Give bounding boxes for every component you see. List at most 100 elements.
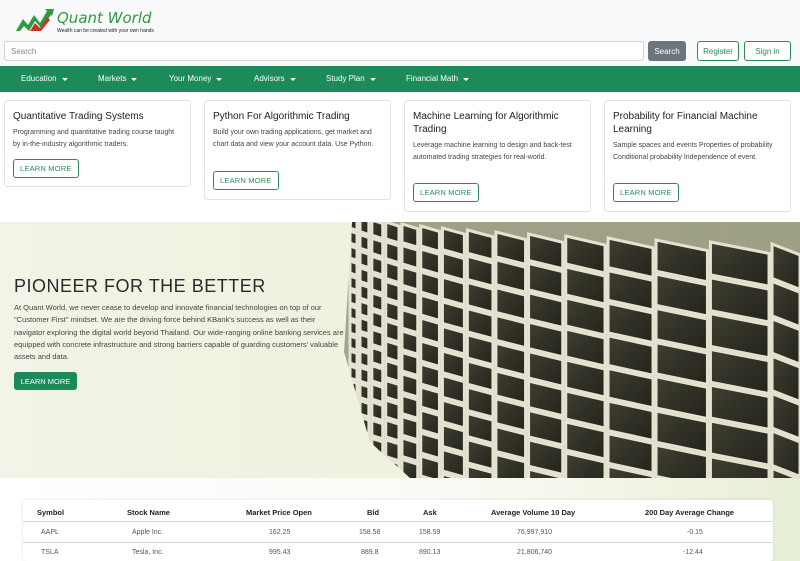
learn-more-button[interactable]: LEARN MORE	[13, 159, 79, 178]
card-text: Sample spaces and events Properties of p…	[613, 142, 773, 161]
nav-label: Study Plan	[326, 74, 365, 83]
facade-window	[358, 348, 371, 370]
facade-window	[384, 398, 401, 424]
facade-window	[400, 393, 420, 421]
card-text: Programming and quantitative trading cou…	[13, 129, 175, 148]
cell-open: 162.25	[269, 529, 291, 536]
nav-label: Your Money	[169, 74, 212, 83]
facade-window	[440, 349, 466, 381]
signin-button[interactable]: Sign in	[744, 41, 791, 61]
facade-window	[370, 236, 385, 260]
facade-window	[400, 243, 420, 271]
facade-window	[400, 264, 420, 292]
facade-window	[370, 381, 385, 405]
facade-window	[358, 365, 371, 387]
facade-window	[384, 299, 401, 325]
logo[interactable]: Quant World Wealth can be created with y…	[16, 9, 154, 34]
facade-window	[358, 381, 371, 403]
facade-window	[384, 318, 401, 344]
cell-bid: 158.58	[359, 529, 381, 536]
facade-window	[465, 254, 495, 289]
facade-window	[370, 222, 385, 241]
card-title: Quantitative Trading Systems	[13, 111, 144, 122]
facade-window	[348, 318, 359, 338]
facade-window	[419, 431, 441, 461]
caret-down-icon	[61, 77, 68, 81]
facade-window	[440, 226, 466, 258]
facade-window	[358, 222, 371, 237]
facade-window	[358, 249, 371, 270]
nav-label: Markets	[98, 74, 127, 83]
site-header: Quant World Wealth can be created with y…	[0, 0, 800, 66]
facade-window	[465, 359, 495, 393]
search-input[interactable]	[4, 41, 644, 61]
facade-window	[440, 324, 466, 357]
facade-window	[370, 363, 385, 387]
facade-window	[384, 279, 401, 305]
column-header: Average Volume 10 Day	[491, 508, 576, 517]
column-header: Ask	[423, 508, 437, 517]
facade-window	[358, 232, 371, 254]
caret-down-icon	[131, 77, 138, 81]
facade-window	[370, 290, 385, 314]
nav-financial-math[interactable]: Financial Math	[406, 66, 470, 92]
facade-window	[358, 298, 371, 320]
facade-window	[465, 437, 495, 472]
card-text: Leverage machine learning to design and …	[413, 142, 572, 161]
cell-bid: 889.8	[361, 549, 379, 556]
facade-window	[440, 373, 466, 406]
facade-window	[419, 362, 441, 392]
cell-symbol: TSLA	[41, 549, 59, 556]
main-nav: Education Markets Your Money Advisors St…	[0, 66, 800, 92]
facade-window	[440, 398, 466, 430]
nav-education[interactable]: Education	[21, 66, 68, 92]
hero-learn-more-button[interactable]: LEARN MORE	[14, 372, 77, 390]
facade-window	[370, 308, 385, 332]
facade-window	[370, 254, 385, 278]
logo-chart-icon	[16, 9, 54, 31]
caret-down-icon	[369, 77, 376, 81]
column-header: 200 Day Average Change	[645, 508, 735, 517]
column-header: Bid	[367, 508, 380, 517]
facade-window	[358, 315, 371, 337]
nav-your-money[interactable]: Your Money	[169, 66, 223, 92]
caret-down-icon	[463, 77, 470, 81]
facade-window	[384, 437, 401, 463]
caret-down-icon	[289, 77, 296, 81]
facade-window	[370, 399, 385, 423]
card-title: Probability for Financial Machine Learni…	[613, 111, 758, 135]
learn-more-button[interactable]: LEARN MORE	[613, 183, 679, 202]
facade-window	[465, 411, 495, 446]
facade-window	[358, 282, 371, 304]
cell-change: -0.15	[687, 529, 703, 536]
facade-window	[419, 339, 441, 369]
facade-window	[358, 265, 371, 287]
logo-title: Quant World	[57, 9, 152, 27]
facade-window	[384, 378, 401, 404]
cell-change: -12.44	[683, 549, 703, 556]
facade-window	[384, 259, 401, 285]
search-button[interactable]: Search	[648, 41, 686, 61]
cell-ask: 158.59	[419, 529, 441, 536]
facade-window	[440, 275, 466, 307]
facade-window	[419, 247, 441, 277]
nav-study-plan[interactable]: Study Plan	[326, 66, 376, 92]
facade-window	[370, 327, 385, 351]
facade-window	[370, 272, 385, 296]
register-button[interactable]: Register	[697, 41, 739, 61]
learn-more-button[interactable]: LEARN MORE	[413, 183, 479, 202]
nav-label: Advisors	[254, 74, 285, 83]
nav-markets[interactable]: Markets	[98, 66, 138, 92]
facade-window	[419, 385, 441, 415]
facade-window	[384, 239, 401, 265]
facade-window	[348, 333, 359, 353]
facade-window	[400, 414, 420, 442]
nav-advisors[interactable]: Advisors	[254, 66, 296, 92]
facade-window	[348, 273, 359, 293]
learn-more-button[interactable]: LEARN MORE	[213, 171, 279, 190]
facade-window	[440, 299, 466, 332]
cell-ask: 890.13	[419, 549, 441, 556]
facade-window	[440, 422, 466, 455]
cell-symbol: AAPL	[41, 529, 59, 536]
facade-window	[370, 345, 385, 369]
